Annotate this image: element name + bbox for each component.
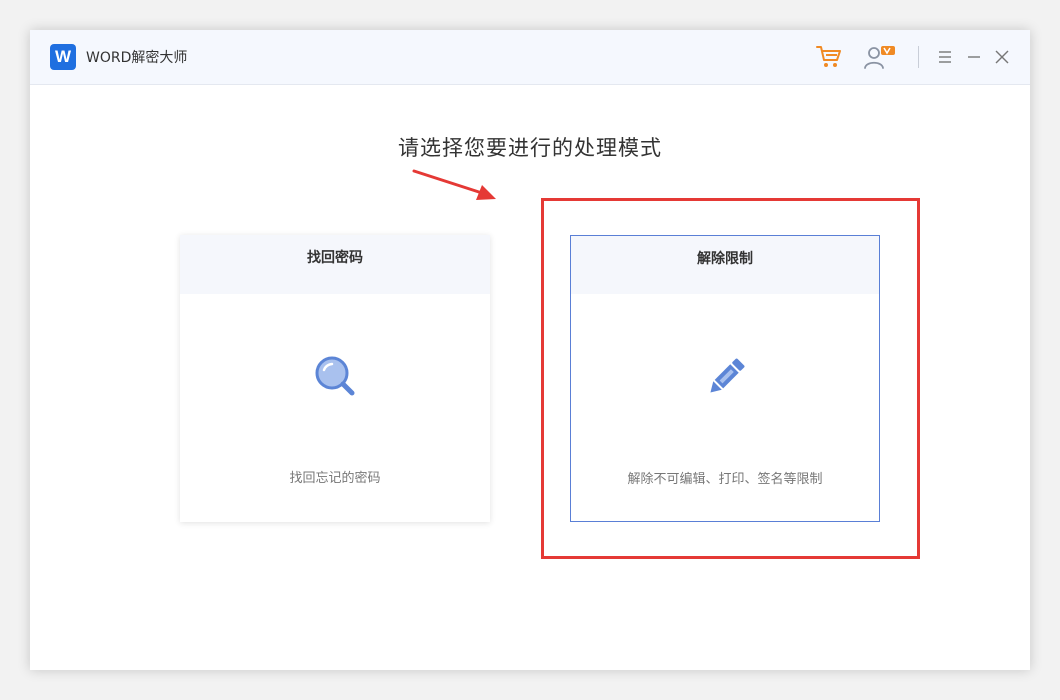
page-title: 请选择您要进行的处理模式 <box>398 136 662 160</box>
recover-password-card[interactable]: 找回密码 找回忘记的密码 <box>180 235 490 522</box>
app-window: W WORD解密大师 请选择您要进行的处理模式 找回密码 找回忘记的密码 解除限… <box>30 30 1030 670</box>
title-bar: W WORD解密大师 <box>30 30 1030 85</box>
user-vip-icon[interactable] <box>863 43 895 71</box>
minimize-icon[interactable] <box>962 45 986 69</box>
cart-icon[interactable] <box>815 43 843 71</box>
close-icon[interactable] <box>990 45 1014 69</box>
card-title: 找回密码 <box>180 235 490 294</box>
annotation-arrow <box>412 169 496 200</box>
app-logo: W <box>50 44 76 70</box>
annotation-highlight-box <box>541 198 920 559</box>
toolbar-divider <box>918 46 919 68</box>
app-title: WORD解密大师 <box>86 50 188 66</box>
magnifier-icon <box>312 353 358 399</box>
card-description: 找回忘记的密码 <box>289 471 381 486</box>
menu-icon[interactable] <box>933 45 957 69</box>
